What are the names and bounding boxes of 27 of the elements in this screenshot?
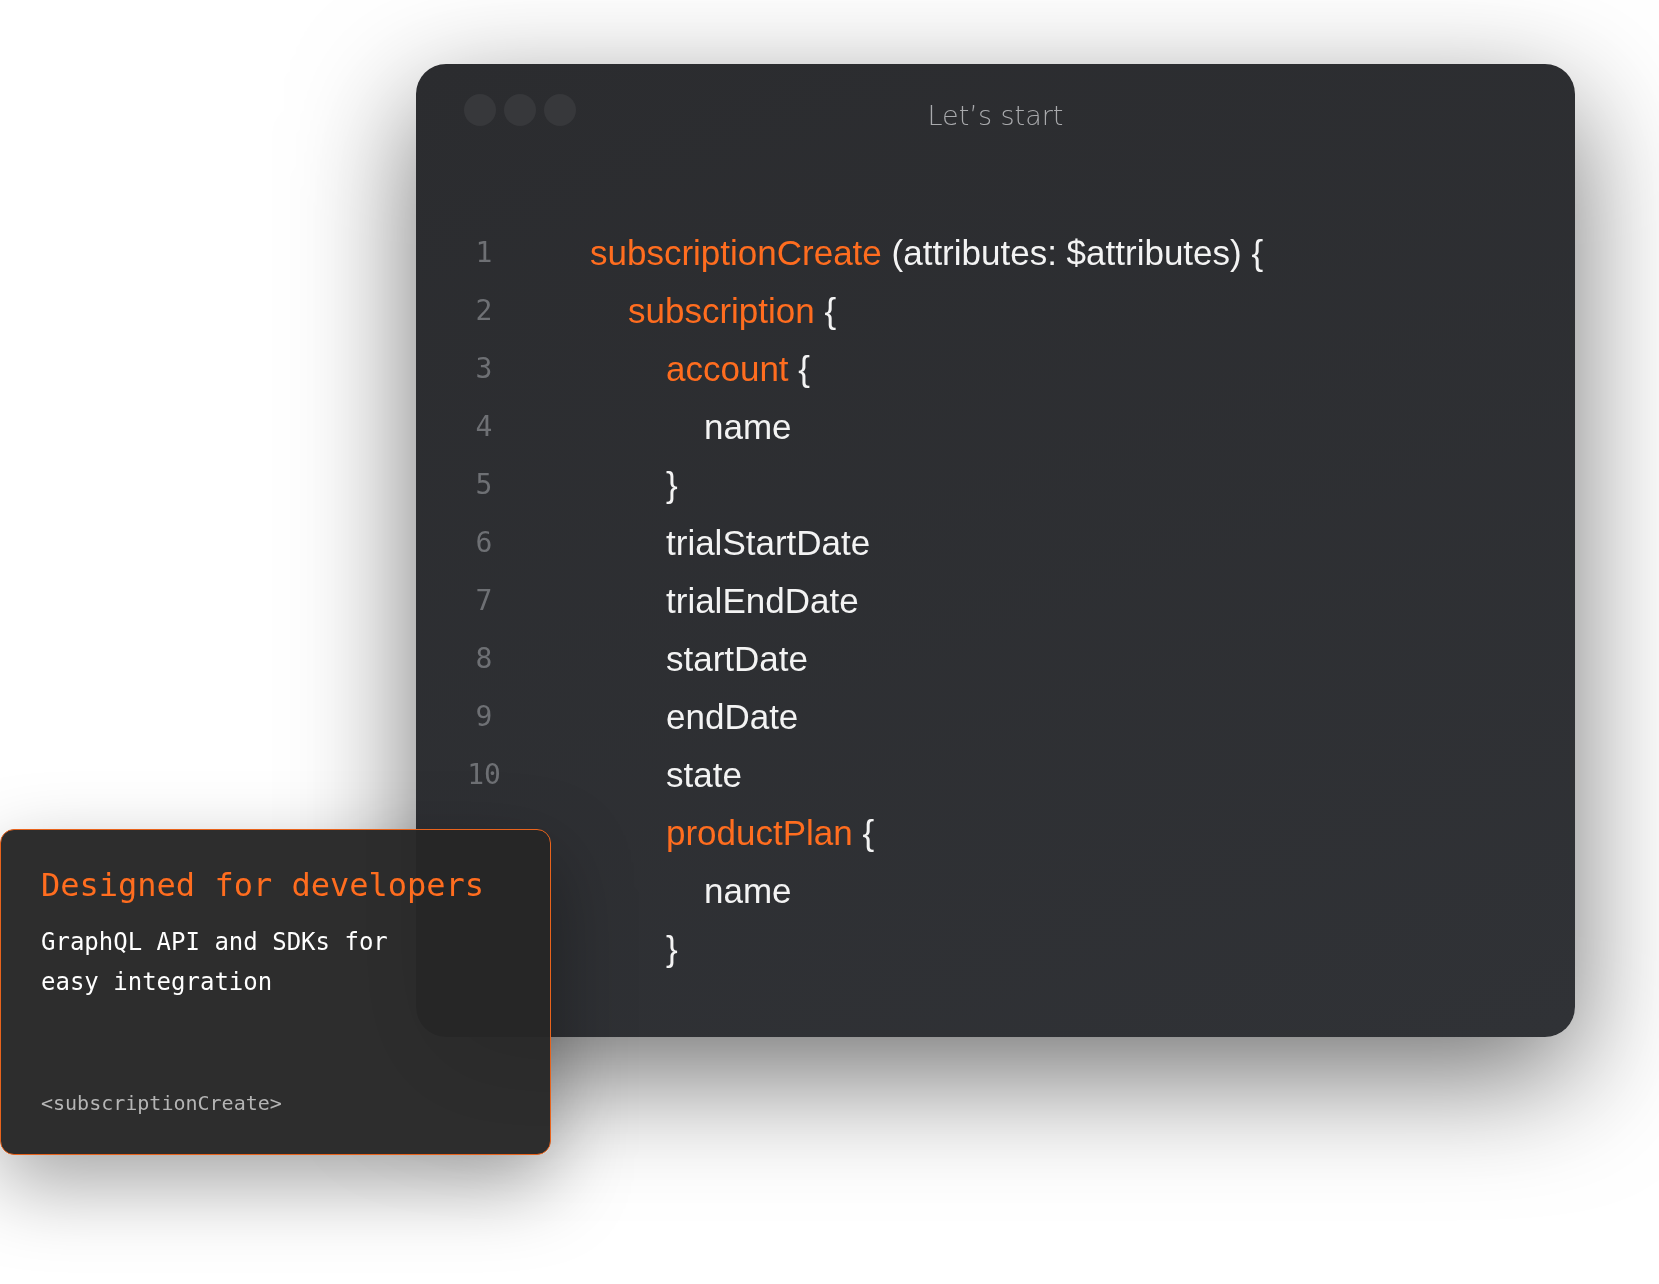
code-line: state xyxy=(666,753,742,796)
line-number: 6 xyxy=(474,525,494,561)
line-number: 4 xyxy=(474,409,494,445)
code-line: subscriptionCreate (attributes: $attributes) { xyxy=(590,231,1264,274)
line-number: 7 xyxy=(474,583,494,619)
code-line: productPlan { xyxy=(666,811,875,854)
card-title: Designed for developers xyxy=(41,866,486,905)
code-tag: <subscriptionCreate> xyxy=(41,1088,510,1118)
line-number: 9 xyxy=(474,699,494,735)
line-number: 8 xyxy=(474,641,494,677)
code-line: trialEndDate xyxy=(666,579,859,622)
line-number: 10 xyxy=(466,757,502,793)
line-number: 3 xyxy=(474,351,494,387)
line-number: 5 xyxy=(474,467,494,503)
line-number: 1 xyxy=(474,235,494,271)
code-line: name xyxy=(704,869,792,912)
window-title: Let’s start xyxy=(927,99,1064,133)
code-line: subscription { xyxy=(628,289,837,332)
code-line: } xyxy=(666,927,678,970)
code-line: endDate xyxy=(666,695,799,738)
line-number: 2 xyxy=(474,293,494,329)
code-line: startDate xyxy=(666,637,808,680)
code-line: trialStartDate xyxy=(666,521,871,564)
code-line: account { xyxy=(666,347,810,390)
code-line: name xyxy=(704,405,792,448)
card-text: GraphQL API and SDKs for easy integration xyxy=(41,927,389,999)
code-line: } xyxy=(666,463,678,506)
